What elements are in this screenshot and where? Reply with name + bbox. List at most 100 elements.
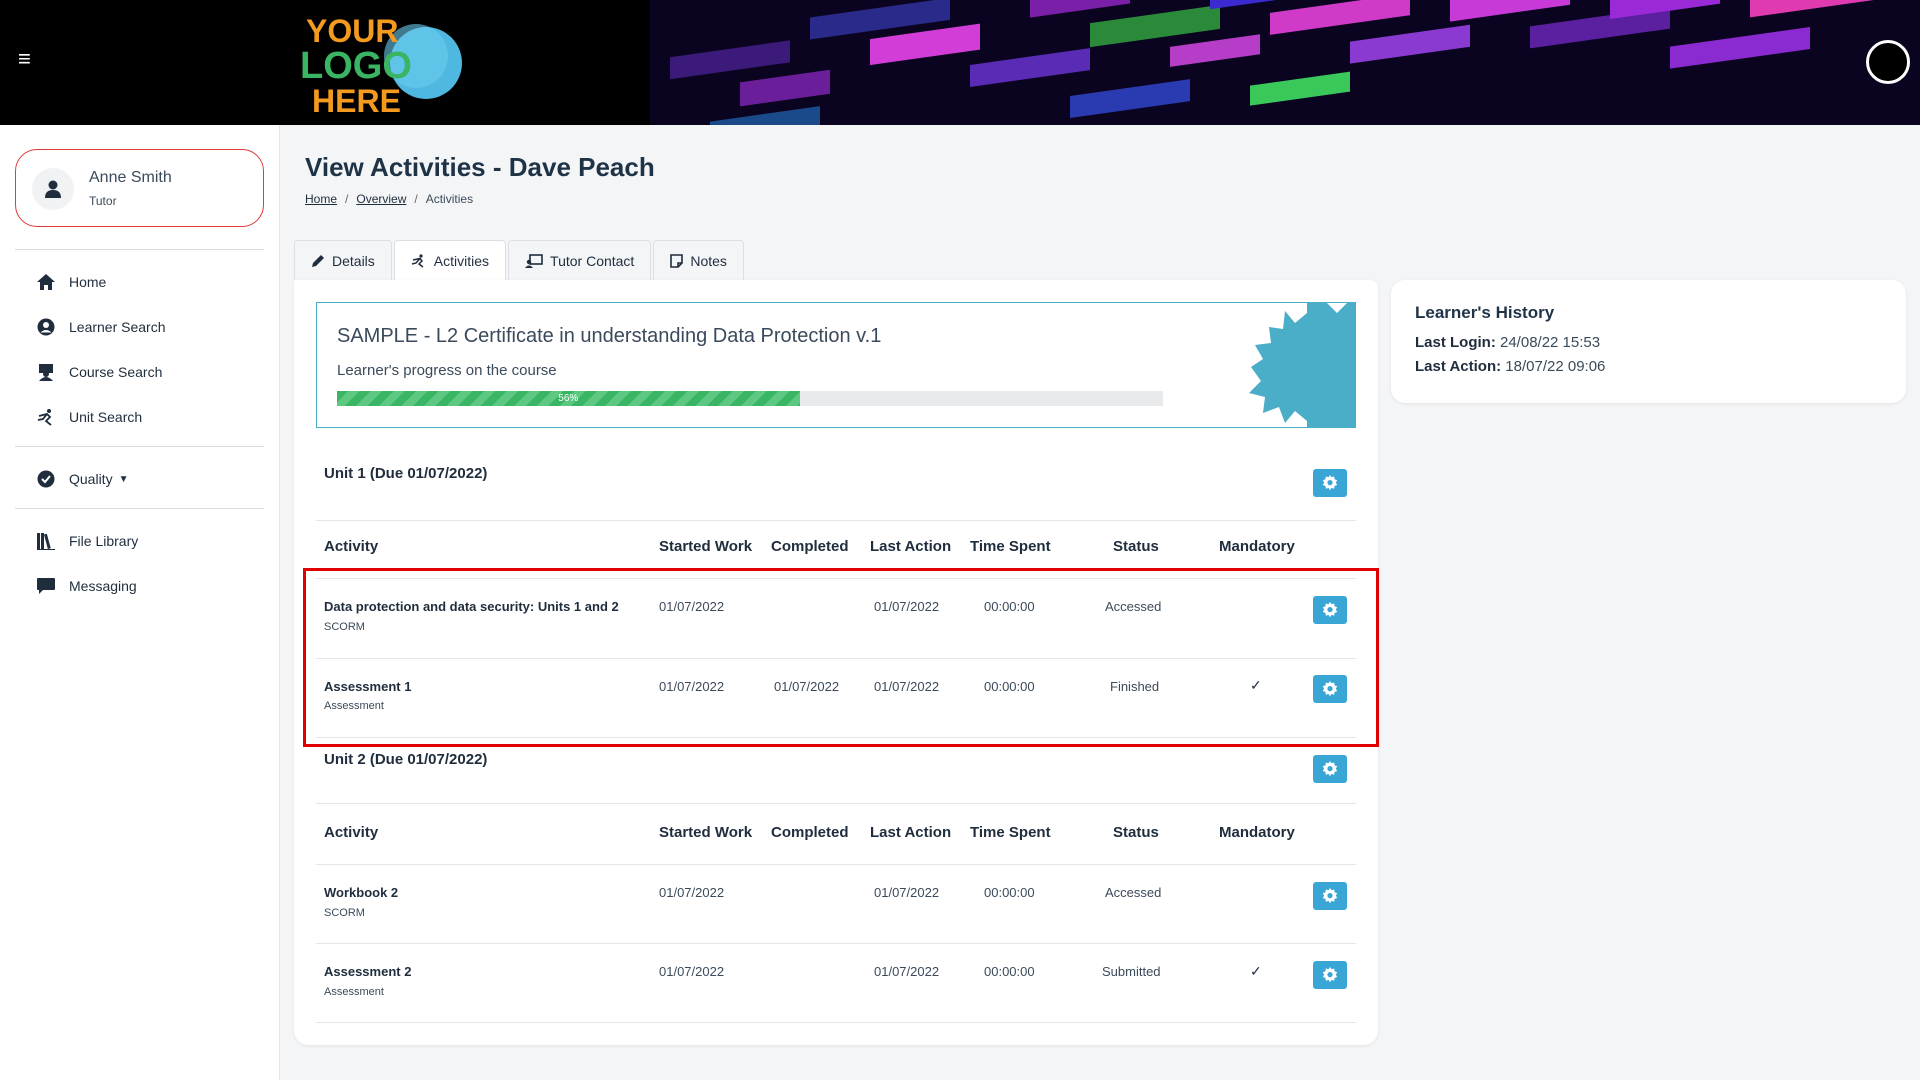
activity-name: Data protection and data security: Units… <box>324 599 619 614</box>
activity-settings-button[interactable] <box>1313 675 1347 703</box>
sidebar-item-messaging[interactable]: Messaging <box>35 575 137 597</box>
column-header-status: Status <box>1113 824 1159 841</box>
unit-settings-button[interactable] <box>1313 469 1347 497</box>
status: Submitted <box>1102 964 1161 979</box>
tab-label: Tutor Contact <box>550 252 635 269</box>
column-header-mandatory: Mandatory <box>1219 538 1295 555</box>
tab-tutor-contact[interactable]: Tutor Contact <box>508 240 652 280</box>
column-header-started: Started Work <box>659 824 753 841</box>
check-circle-icon <box>35 468 57 490</box>
svg-text:YOUR: YOUR <box>306 13 398 49</box>
tab-details[interactable]: Details <box>294 240 392 280</box>
unit-settings-button[interactable] <box>1313 755 1347 783</box>
sidebar-item-label: Quality <box>69 471 113 487</box>
started-date: 01/07/2022 <box>659 679 725 694</box>
time-spent: 00:00:00 <box>984 964 1035 979</box>
tab-label: Activities <box>433 252 490 269</box>
last-action-date: 01/07/2022 <box>874 885 940 900</box>
course-progress-label: Learner's progress on the course <box>337 362 557 379</box>
activity-name: Assessment 1 <box>324 679 412 694</box>
activity-type: Assessment <box>324 700 384 712</box>
tab-bar: Details Activities Tutor Contact Notes <box>294 240 746 280</box>
activity-settings-button[interactable] <box>1313 961 1347 989</box>
sidebar-item-label: Learner Search <box>69 319 166 335</box>
sidebar-item-home[interactable]: Home <box>35 271 106 293</box>
sidebar-item-file-library[interactable]: File Library <box>35 530 138 552</box>
tab-label: Details <box>332 252 375 269</box>
activity-type: Assessment <box>324 986 384 998</box>
account-button[interactable] <box>1866 40 1910 84</box>
breadcrumb-home[interactable]: Home <box>305 192 337 206</box>
completed-date: 01/07/2022 <box>774 679 840 694</box>
last-action: Last Action: 18/07/22 09:06 <box>1415 358 1605 375</box>
progress-bar: 56% <box>337 391 1163 406</box>
user-name: Anne Smith <box>89 169 172 186</box>
sidebar-item-course-search[interactable]: Course Search <box>35 361 162 383</box>
started-date: 01/07/2022 <box>659 599 725 614</box>
svg-text:HERE: HERE <box>312 83 401 118</box>
gear-icon <box>1322 681 1338 697</box>
activity-type: SCORM <box>324 621 365 633</box>
column-header-started: Started Work <box>659 538 753 555</box>
column-header-time-spent: Time Spent <box>970 824 1051 841</box>
table-divider <box>316 943 1356 944</box>
course-icon <box>35 361 57 383</box>
page-title: View Activities - Dave Peach <box>305 152 655 182</box>
caret-down-icon: ▼ <box>118 473 129 485</box>
tutor-icon <box>525 253 543 268</box>
started-date: 01/07/2022 <box>659 885 725 900</box>
table-divider <box>316 803 1356 804</box>
time-spent: 00:00:00 <box>984 599 1035 614</box>
column-header-completed: Completed <box>771 824 849 841</box>
pencil-icon <box>311 254 325 268</box>
sidebar-divider <box>15 446 264 447</box>
activity-settings-button[interactable] <box>1313 596 1347 624</box>
unit-heading: Unit 2 (Due 01/07/2022) <box>324 751 488 768</box>
user-profile-card[interactable]: Anne Smith Tutor <box>15 149 264 227</box>
user-circle-icon <box>35 316 57 338</box>
activity-type: SCORM <box>324 907 365 919</box>
status: Finished <box>1110 679 1160 694</box>
menu-icon[interactable]: ≡ <box>18 48 40 70</box>
sidebar-item-quality[interactable]: Quality ▼ <box>35 468 128 490</box>
column-header-time-spent: Time Spent <box>970 538 1051 555</box>
column-header-last-action: Last Action <box>870 824 952 841</box>
gear-icon <box>1322 602 1338 618</box>
column-header-mandatory: Mandatory <box>1219 824 1295 841</box>
activity-settings-button[interactable] <box>1313 882 1347 910</box>
note-icon <box>670 253 684 268</box>
breadcrumb: Home / Overview / Activities <box>305 192 474 206</box>
sidebar-item-label: Messaging <box>69 578 137 594</box>
last-login: Last Login: 24/08/22 15:53 <box>1415 334 1600 351</box>
table-divider <box>316 1022 1356 1023</box>
breadcrumb-overview[interactable]: Overview <box>356 192 406 206</box>
gear-icon <box>1322 475 1338 491</box>
table-divider <box>316 658 1356 659</box>
column-header-status: Status <box>1113 538 1159 555</box>
sidebar-item-unit-search[interactable]: Unit Search <box>35 406 142 428</box>
header-banner-graphic <box>650 0 1920 125</box>
course-progress-card: SAMPLE - L2 Certificate in understanding… <box>316 302 1356 428</box>
tab-notes[interactable]: Notes <box>653 240 744 280</box>
table-divider <box>316 737 1356 738</box>
sidebar-item-learner-search[interactable]: Learner Search <box>35 316 166 338</box>
status: Accessed <box>1105 599 1162 614</box>
tab-activities[interactable]: Activities <box>393 240 507 280</box>
course-title: SAMPLE - L2 Certificate in understanding… <box>337 325 882 347</box>
table-divider <box>316 520 1356 521</box>
time-spent: 00:00:00 <box>984 885 1035 900</box>
activity-icon <box>411 253 427 268</box>
avatar <box>32 168 74 210</box>
column-header-last-action: Last Action <box>870 538 952 555</box>
column-header-activity: Activity <box>324 538 379 555</box>
books-icon <box>35 530 57 552</box>
gear-icon <box>1322 967 1338 983</box>
progress-fill: 56% <box>337 391 800 406</box>
time-spent: 00:00:00 <box>984 679 1035 694</box>
user-role: Tutor <box>89 194 117 208</box>
badge-graphic <box>1249 303 1355 427</box>
last-action-date: 01/07/2022 <box>874 964 940 979</box>
top-header: ≡ YOUR LOGO HERE <box>0 0 1920 125</box>
sidebar-divider <box>15 508 264 509</box>
unit-icon <box>35 406 57 428</box>
